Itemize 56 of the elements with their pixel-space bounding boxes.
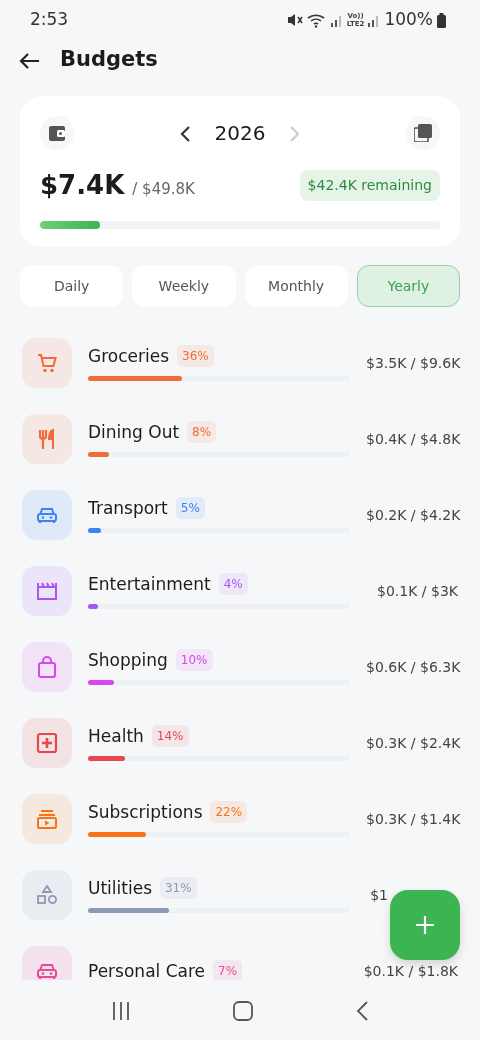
category-name[interactable]: Subscriptions — [88, 802, 203, 822]
percent-label: 10% — [175, 649, 213, 671]
battery-icon — [437, 12, 446, 28]
period-tab[interactable]: Weekly — [132, 265, 236, 307]
wallet-icon — [49, 125, 65, 141]
percent-label: 31% — [160, 877, 197, 899]
wifi-icon — [306, 12, 327, 28]
category-amount: $0.2K / $4.2K — [366, 505, 461, 525]
cart-icon — [36, 352, 58, 374]
percent-label: 14% — [151, 725, 189, 747]
period-tab[interactable]: Daily — [20, 265, 124, 307]
media-icon — [36, 808, 58, 830]
category-amount: $0.3K / $1.4K — [366, 809, 461, 829]
back-icon[interactable] — [355, 1001, 369, 1021]
category-amount: $0.1K / $3K — [377, 581, 458, 601]
category-amount: $0.6K / $6.3K — [366, 657, 461, 677]
category-amount: $0.4K / $4.8K — [366, 429, 461, 449]
remaining-label: $42.4K remaining — [299, 170, 440, 201]
category-name[interactable]: Dining Out — [88, 422, 180, 442]
category-name[interactable]: Shopping — [88, 650, 168, 670]
wallet-button[interactable] — [40, 116, 74, 150]
signal-icon — [330, 13, 343, 27]
mute-icon — [286, 13, 303, 27]
percent-label: 4% — [218, 573, 248, 595]
pdf-button[interactable] — [406, 116, 440, 150]
category-amount: $0.1K / $1.8K — [363, 961, 458, 980]
document-stack-icon — [414, 124, 432, 142]
medical-icon — [36, 732, 58, 754]
bag-icon — [36, 656, 58, 678]
year-label: 2026 — [214, 120, 266, 147]
percent-label: 36% — [177, 345, 214, 367]
percent-label: 8% — [187, 421, 217, 443]
percent-label: 5% — [175, 497, 205, 519]
spent-amount: $7.4K — [40, 169, 125, 202]
category-name[interactable]: Transport — [88, 498, 168, 518]
percent-label: 7% — [213, 960, 243, 980]
recent-apps-icon[interactable] — [111, 1001, 131, 1021]
category-amount: $0.3K / $2.4K — [366, 733, 461, 753]
category-name[interactable]: Health — [88, 726, 144, 746]
category-name[interactable]: Utilities — [88, 878, 152, 898]
category-amount: $1 — [370, 885, 388, 905]
budget-total: / $49.8K — [132, 179, 195, 201]
category-amount: $3.5K / $9.6K — [366, 353, 461, 373]
shapes-icon — [36, 884, 58, 906]
percent-label: 22% — [210, 801, 248, 823]
battery-level: 100% — [384, 8, 433, 32]
period-tab[interactable]: Monthly — [244, 265, 348, 307]
category-name[interactable]: Entertainment — [88, 574, 211, 594]
home-icon[interactable] — [233, 1001, 253, 1021]
signal-icon — [368, 13, 381, 27]
page-title: Budgets — [60, 47, 158, 73]
category-name[interactable]: Groceries — [88, 346, 170, 366]
clapperboard-icon — [36, 580, 58, 602]
category-name[interactable]: Personal Care — [88, 961, 206, 980]
status-time: 2:53 — [30, 8, 69, 32]
plus-icon — [415, 915, 435, 935]
